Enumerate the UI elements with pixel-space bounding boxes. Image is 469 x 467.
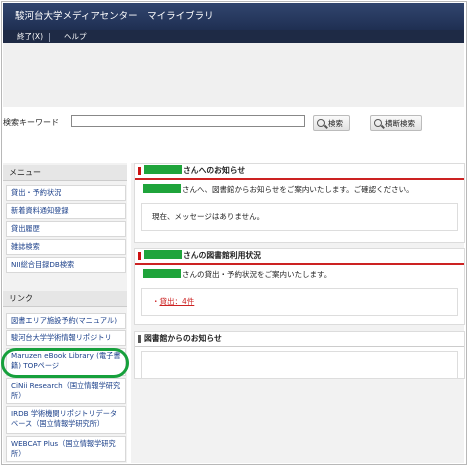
search-icon — [317, 119, 325, 127]
notice-box: 現在、メッセージはありません。 — [141, 203, 458, 231]
usage-message: さんの貸出・予約状況をご案内いたします。 — [135, 265, 464, 284]
notice-panel-title: さんへのお知らせ — [135, 164, 464, 180]
notice-message-text: さんへ、図書館からお知らせをご案内いたします。ご確認ください。 — [182, 185, 414, 194]
cross-search-button-label: 横断検索 — [385, 119, 415, 128]
link-irdb[interactable]: IRDB 学術機関リポジトリデータベース（国立情報学研究所） — [6, 406, 126, 434]
sidebar-item-loan-history[interactable]: 貸出履歴 — [6, 221, 126, 237]
bullet: ・ — [152, 297, 160, 306]
links-header: リンク — [3, 291, 127, 307]
library-notice-title-text: 図書館からのお知らせ — [144, 334, 222, 343]
app-title: 駿河台大学メディアセンター マイライブラリ — [15, 11, 214, 22]
usage-panel: さんの図書館利用状況 さんの貸出・予約状況をご案内いたします。 ・貸出：4件 — [134, 248, 465, 325]
link-repository[interactable]: 駿河台大学学術情報リポジトリ — [6, 330, 126, 346]
usage-panel-title: さんの図書館利用状況 — [135, 249, 464, 265]
title-marker-icon — [138, 252, 141, 260]
search-input[interactable] — [71, 115, 305, 127]
library-notice-title: 図書館からのお知らせ — [135, 332, 464, 347]
main-content: さんへのお知らせ さんへ、図書館からお知らせをご案内いたします。ご確認ください。… — [131, 163, 465, 463]
cross-search-button[interactable]: 横断検索 — [370, 115, 422, 131]
link-maruzen-ebook[interactable]: Maruzen eBook Library (電子書籍) TOPページ — [6, 348, 126, 376]
notice-message: さんへ、図書館からお知らせをご案内いたします。ご確認ください。 — [135, 180, 464, 199]
redacted-name — [143, 184, 181, 193]
link-cinii-research[interactable]: CiNii Research（国立情報学研究所） — [6, 378, 126, 404]
search-icon — [374, 119, 382, 127]
menu-exit[interactable]: 終了(X) — [17, 30, 43, 43]
search-button[interactable]: 検索 — [313, 115, 350, 131]
usage-box: ・貸出：4件 — [141, 288, 458, 316]
search-bar: 検索キーワード 検索 横断検索 — [3, 107, 464, 140]
app-title-bar: 駿河台大学メディアセンター マイライブラリ — [3, 3, 464, 30]
header-band — [3, 43, 464, 107]
notice-title-text: さんへのお知らせ — [183, 166, 246, 175]
notice-panel: さんへのお知らせ さんへ、図書館からお知らせをご案内いたします。ご確認ください。… — [134, 163, 465, 243]
library-notice-box — [141, 351, 458, 379]
menu-help[interactable]: ヘルプ — [64, 30, 87, 43]
loan-count-link[interactable]: 貸出：4件 — [160, 297, 195, 306]
search-button-label: 検索 — [328, 119, 343, 128]
sidebar-item-journal-search[interactable]: 雑誌検索 — [6, 239, 126, 255]
sidebar-item-new-arrival-alert[interactable]: 新着資料通知登録 — [6, 203, 126, 219]
menu-header: メニュー — [3, 165, 127, 181]
sidebar-item-nii-search[interactable]: NII総合目録DB検索 — [6, 257, 126, 273]
usage-message-text: さんの貸出・予約状況をご案内いたします。 — [182, 270, 332, 279]
menu-separator — [49, 33, 50, 42]
redacted-name — [144, 165, 182, 174]
title-marker-icon — [138, 335, 141, 343]
search-label: 検索キーワード — [3, 118, 59, 127]
link-facility-reservation[interactable]: 図書エリア施設予約(マニュアル) — [6, 313, 126, 329]
link-webcat-plus[interactable]: WEBCAT Plus（国立情報学研究所） — [6, 436, 126, 462]
library-notice-panel: 図書館からのお知らせ — [134, 331, 465, 379]
sidebar-item-loan-status[interactable]: 貸出・予約状況 — [6, 185, 126, 201]
sidebar: メニュー 貸出・予約状況 新着資料通知登録 貸出履歴 雑誌検索 NII総合目録D… — [3, 163, 127, 463]
usage-title-text: さんの図書館利用状況 — [183, 251, 261, 260]
redacted-name — [143, 269, 181, 278]
title-marker-icon — [138, 167, 141, 175]
menu-bar: 終了(X) ヘルプ — [3, 30, 464, 43]
redacted-name — [144, 250, 182, 259]
